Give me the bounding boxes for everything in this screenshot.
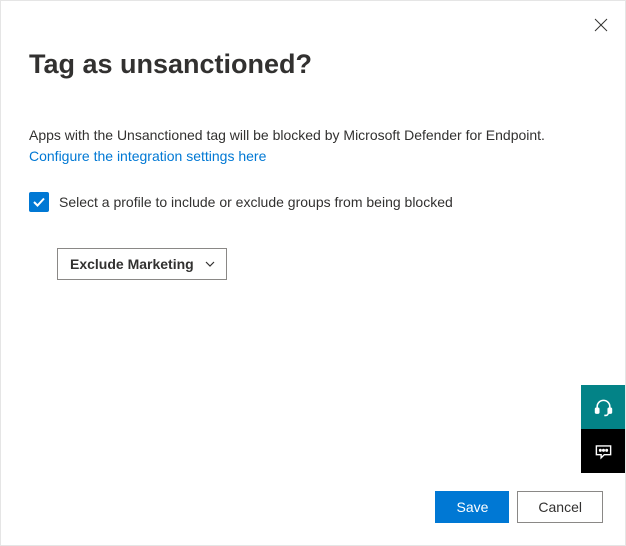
- profile-dropdown[interactable]: Exclude Marketing: [57, 248, 227, 280]
- dropdown-selected: Exclude Marketing: [70, 256, 194, 272]
- close-icon: [594, 18, 608, 32]
- configure-integration-link[interactable]: Configure the integration settings here: [29, 148, 266, 164]
- profile-checkbox[interactable]: [29, 192, 49, 212]
- dialog-description: Apps with the Unsanctioned tag will be b…: [29, 126, 597, 146]
- profile-checkbox-label: Select a profile to include or exclude g…: [59, 194, 453, 210]
- checkmark-icon: [32, 195, 46, 209]
- dialog-footer: Save Cancel: [435, 491, 603, 523]
- save-button[interactable]: Save: [435, 491, 509, 523]
- unsanctioned-dialog: Tag as unsanctioned? Apps with the Unsan…: [1, 1, 625, 545]
- chevron-down-icon: [204, 258, 216, 270]
- dialog-title: Tag as unsanctioned?: [29, 49, 597, 80]
- headset-icon: [594, 398, 613, 417]
- profile-checkbox-row: Select a profile to include or exclude g…: [29, 192, 597, 212]
- side-widgets: [581, 385, 625, 473]
- support-widget[interactable]: [581, 385, 625, 429]
- feedback-icon: [594, 442, 613, 461]
- close-button[interactable]: [591, 15, 611, 35]
- feedback-widget[interactable]: [581, 429, 625, 473]
- cancel-button[interactable]: Cancel: [517, 491, 603, 523]
